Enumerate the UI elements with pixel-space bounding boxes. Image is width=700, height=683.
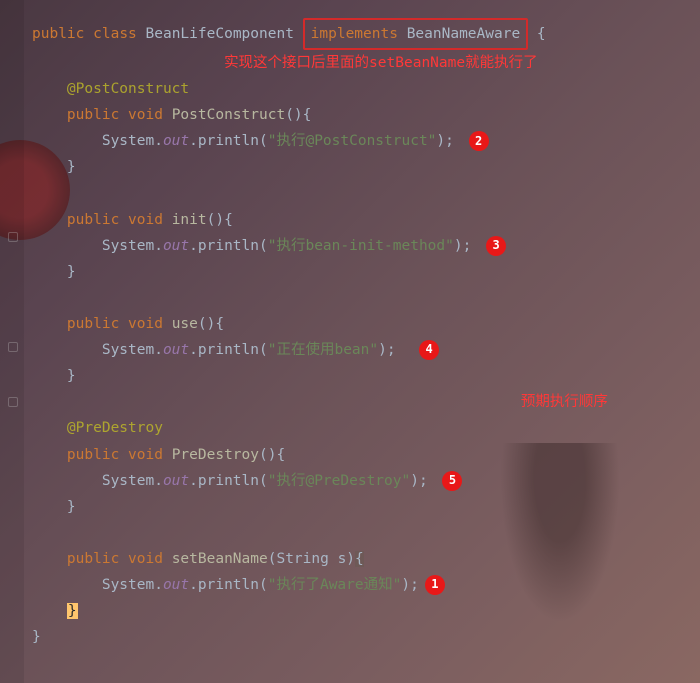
code-line: public void setBeanName(String s){ [32,546,700,572]
code-line [32,285,700,311]
code-line: } [32,363,700,389]
code-line: } [32,259,700,285]
order-badge: 5 [442,471,462,491]
code-line: public void init(){ [32,207,700,233]
code-line: System.out.println("执行@PostConstruct"); … [32,128,700,154]
code-line: @PostConstruct [32,76,700,102]
code-line: System.out.println("执行了Aware通知");1 [32,572,700,598]
code-line: @PreDestroy [32,415,700,441]
code-line: public void use(){ [32,311,700,337]
cursor: } [67,603,78,619]
code-line: System.out.println("执行bean-init-method")… [32,233,700,259]
annotation-text: 实现这个接口后里面的setBeanName就能执行了 [32,50,700,76]
code-line: } [32,624,700,650]
code-line: } [32,154,700,180]
code-line: } [32,494,700,520]
order-badge: 1 [425,575,445,595]
code-line: System.out.println("执行@PreDestroy"); 5 [32,468,700,494]
code-editor[interactable]: public class BeanLifeComponent implement… [0,0,700,650]
code-line [32,181,700,207]
code-line [32,520,700,546]
code-line: System.out.println("正在使用bean"); 4 [32,337,700,363]
annotation-text: 预期执行顺序 [32,389,700,415]
code-line: public void PostConstruct(){ [32,102,700,128]
order-badge: 4 [419,340,439,360]
highlight-box: implements BeanNameAware [303,18,529,50]
order-badge: 3 [486,236,506,256]
code-line: } [32,598,700,624]
code-line: public class BeanLifeComponent implement… [32,18,700,50]
code-line: public void PreDestroy(){ [32,442,700,468]
order-badge: 2 [469,131,489,151]
